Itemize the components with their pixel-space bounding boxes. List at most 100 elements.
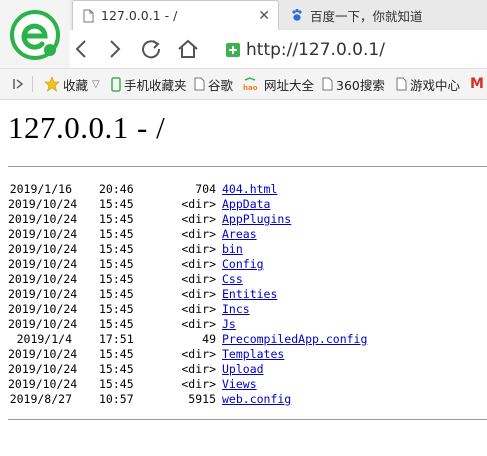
tab-active[interactable]: 127.0.0.1 - / ✕ (72, 0, 279, 30)
reload-button[interactable] (140, 38, 162, 60)
address-host: 127.0.0.1 (298, 40, 380, 60)
entry-link[interactable]: Css (222, 272, 243, 287)
close-icon[interactable]: ✕ (258, 8, 270, 24)
bookmark-label: 谷歌 (208, 77, 234, 93)
entry-time: 15:45 (99, 377, 134, 391)
divider (8, 166, 487, 167)
entry-link[interactable]: Upload (222, 362, 264, 377)
entry-time: 15:45 (99, 347, 134, 361)
entry-link[interactable]: web.config (222, 392, 291, 407)
directory-listing-page: 127.0.0.1 - / 2019/1/16 20:46 704 404.html 2… (0, 100, 487, 456)
list-item: 2019/10/24 15:45 <dir> AppPlugins (8, 212, 487, 227)
entry-link[interactable]: Areas (222, 227, 257, 242)
entry-date: 2019/10/24 (8, 317, 78, 331)
refresh-icon (142, 40, 161, 59)
phone-icon (111, 76, 121, 92)
chevron-left-icon (75, 40, 86, 58)
entry-link[interactable]: 404.html (222, 182, 277, 197)
forward-button[interactable] (104, 38, 126, 60)
bookmark-label: 网址大全 (264, 77, 315, 93)
entry-date: 2019/10/24 (8, 212, 78, 226)
list-item: 2019/10/24 15:45 <dir> Entities (8, 287, 487, 302)
entry-date: 2019/1/4 (16, 332, 72, 346)
hao-icon: hao (243, 77, 261, 91)
home-icon (178, 39, 198, 58)
entry-date: 2019/10/24 (8, 302, 78, 316)
entry-size: <dir> (181, 212, 216, 226)
bookmark-gmail[interactable]: M (470, 69, 484, 99)
secure-shield-icon (226, 43, 240, 57)
tab-baidu[interactable]: 百度一下，你就知道 (282, 0, 487, 30)
svg-text:hao: hao (243, 84, 258, 91)
entry-time: 15:45 (99, 317, 134, 331)
entry-link[interactable]: Views (222, 377, 257, 392)
bookmark-label: 360搜索 (336, 77, 385, 93)
browser-logo-icon[interactable] (10, 10, 60, 60)
entry-link[interactable]: PrecompiledApp.config (222, 332, 367, 347)
page-icon (193, 77, 205, 91)
entry-size: <dir> (181, 197, 216, 211)
bookmark-360search[interactable]: 360搜索 (321, 69, 385, 99)
list-item: 2019/1/16 20:46 704 404.html (8, 182, 487, 197)
entry-link[interactable]: AppData (222, 197, 270, 212)
sidebar-toggle-button[interactable] (13, 69, 25, 99)
bookmark-google[interactable]: 谷歌 (193, 69, 233, 99)
chevron-down-icon: ▽ (92, 78, 100, 90)
entry-date: 2019/10/24 (8, 242, 78, 256)
entry-link[interactable]: Incs (222, 302, 250, 317)
entry-size: <dir> (181, 302, 216, 316)
entry-size: <dir> (181, 377, 216, 391)
entry-time: 20:46 (99, 182, 134, 196)
page-icon (81, 9, 95, 23)
entry-time: 15:45 (99, 362, 134, 376)
entry-time: 15:45 (99, 197, 134, 211)
bookmark-favorites[interactable]: 收藏 ▽ (44, 69, 100, 99)
home-button[interactable] (177, 38, 199, 60)
entry-date: 2019/10/24 (8, 347, 78, 361)
entry-size: 49 (202, 332, 216, 346)
entry-date: 2019/10/24 (8, 272, 78, 286)
bookmark-game-center[interactable]: 游戏中心 (395, 69, 460, 99)
baidu-paw-icon (290, 8, 304, 22)
entry-time: 15:45 (99, 242, 134, 256)
entry-link[interactable]: Templates (222, 347, 284, 362)
entry-time: 15:45 (99, 227, 134, 241)
entry-link[interactable]: bin (222, 242, 243, 257)
bookmark-label: 收藏 (63, 77, 89, 93)
entry-link[interactable]: Js (222, 317, 236, 332)
entry-size: 5915 (188, 392, 216, 406)
entry-link[interactable]: Config (222, 257, 264, 272)
chevron-right-icon (110, 40, 121, 58)
entry-date: 2019/1/16 (9, 182, 72, 196)
bookmark-hao123[interactable]: hao 网址大全 (243, 69, 314, 99)
entry-date: 2019/10/24 (8, 377, 78, 391)
list-item: 2019/8/27 10:57 5915 web.config (8, 392, 487, 407)
entry-size: <dir> (181, 362, 216, 376)
list-item: 2019/10/24 15:45 <dir> Views (8, 377, 487, 392)
entry-size: <dir> (181, 347, 216, 361)
back-button[interactable] (70, 38, 92, 60)
entry-time: 15:45 (99, 287, 134, 301)
entry-time: 10:57 (99, 392, 134, 406)
list-item: 2019/10/24 15:45 <dir> Templates (8, 347, 487, 362)
bookmark-label: 游戏中心 (410, 77, 461, 93)
address-path: / (379, 40, 385, 60)
list-item: 2019/10/24 15:45 <dir> Css (8, 272, 487, 287)
entry-date: 2019/10/24 (8, 362, 78, 376)
list-item: 2019/1/4 17:51 49 PrecompiledApp.config (8, 332, 487, 347)
entry-date: 2019/8/27 (9, 392, 72, 406)
entry-link[interactable]: Entities (222, 287, 277, 302)
entry-size: <dir> (181, 227, 216, 241)
page-title: 127.0.0.1 - / (8, 110, 166, 145)
list-item: 2019/10/24 15:45 <dir> bin (8, 242, 487, 257)
entry-size: <dir> (181, 272, 216, 286)
entry-date: 2019/10/24 (8, 287, 78, 301)
address-bar[interactable]: http://127.0.0.1/ (226, 37, 385, 63)
star-icon (44, 76, 60, 92)
bookmark-mobile[interactable]: 手机收藏夹 (111, 69, 187, 99)
list-item: 2019/10/24 15:45 <dir> AppData (8, 197, 487, 212)
entry-link[interactable]: AppPlugins (222, 212, 291, 227)
entry-size: 704 (195, 182, 216, 196)
entry-date: 2019/10/24 (8, 257, 78, 271)
list-item: 2019/10/24 15:45 <dir> Config (8, 257, 487, 272)
